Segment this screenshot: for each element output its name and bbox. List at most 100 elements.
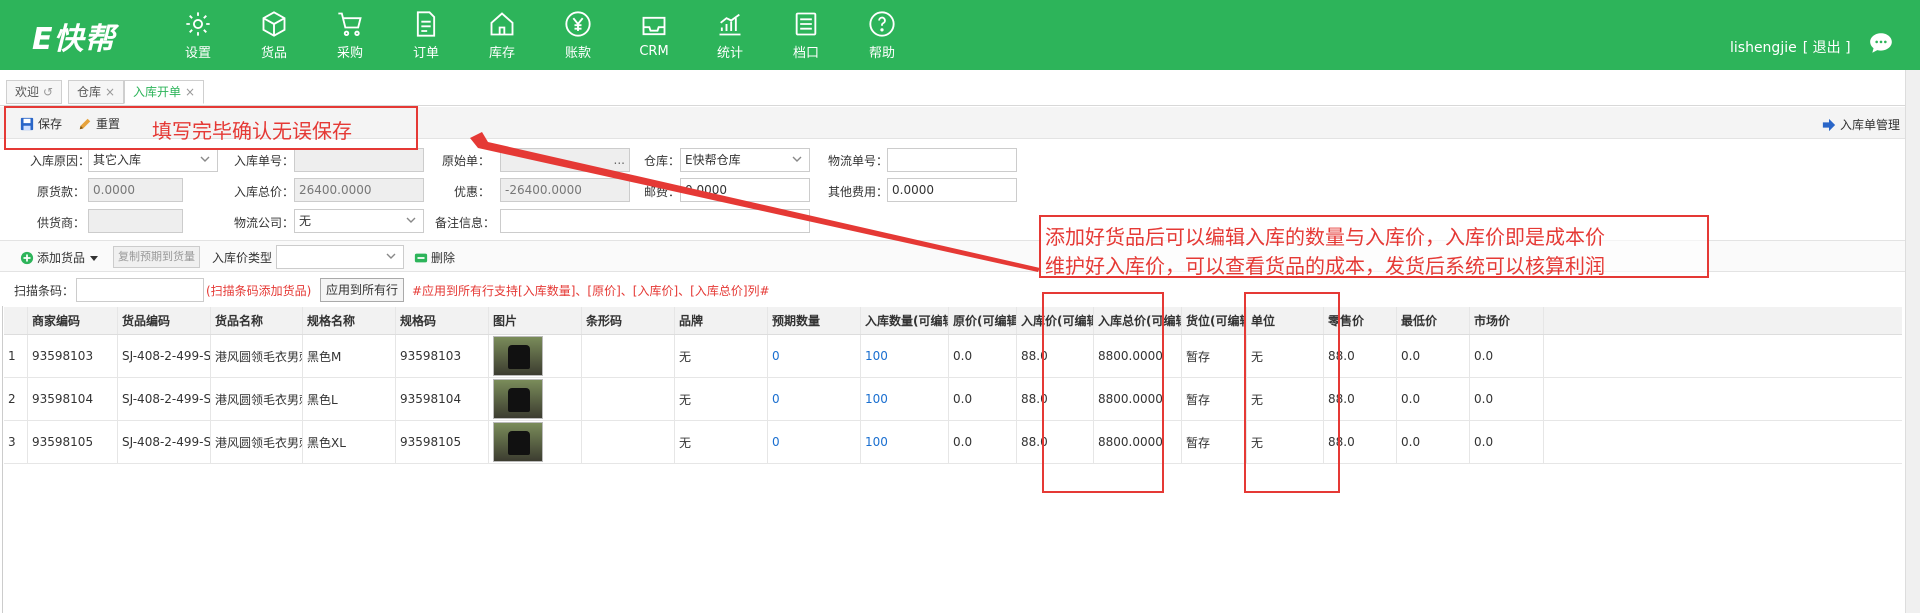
column-header[interactable]: 入库数量(可编辑) [861,307,949,334]
tab-inbound-order[interactable]: 入库开单 × [124,80,205,104]
table-cell: 港风圆领毛衣男刺绣 [211,421,303,463]
nav-goods[interactable]: 货品 [236,0,312,70]
nav-accounts[interactable]: 账款 [540,0,616,70]
close-icon[interactable]: × [185,85,195,99]
table-cell[interactable]: 100 [861,335,949,377]
table-row[interactable]: 293598104SJ-408-2-499-S30-P港风圆领毛衣男刺绣黑色L9… [4,378,1902,421]
nav-orders[interactable]: 订单 [388,0,464,70]
table-left-border [2,306,3,613]
table-header: 商家编码货品编码货品名称规格名称规格码图片条形码品牌预期数量入库数量(可编辑)原… [4,307,1902,335]
annotation-note-line1: 添加好货品后可以编辑入库的数量与入库价，入库价即是成本价 [1045,225,1605,249]
table-cell[interactable]: 暂存 [1182,335,1247,377]
tab-bar: 欢迎 ↺ 仓库 × 入库开单 × [0,70,1920,106]
table-cell: 无 [675,378,768,420]
nav-crm[interactable]: CRM [616,0,692,70]
nav-label: 货品 [260,45,287,61]
supplier-field[interactable] [88,209,183,233]
logout-link[interactable]: [ 退出 ] [1803,40,1851,56]
price-type-select[interactable] [276,245,404,269]
reason-label: 入库原因： [29,154,90,168]
tab-warehouse[interactable]: 仓库 × [68,80,125,104]
manage-label: 入库单管理 [1840,118,1901,132]
nav-stats[interactable]: 统计 [692,0,768,70]
vertical-scrollbar[interactable] [1905,70,1920,613]
row-index: 1 [4,335,28,377]
chevron-down-icon [792,156,802,162]
nav-label: 订单 [412,45,439,61]
table-cell[interactable]: 0.0 [949,421,1017,463]
refresh-icon[interactable]: ↺ [43,85,53,99]
logistics-value: 无 [299,214,312,228]
remark-input[interactable] [500,209,810,233]
product-thumbnail[interactable] [493,336,543,376]
table-cell[interactable]: 暂存 [1182,378,1247,420]
order-no-field [294,148,424,172]
table-cell [489,335,582,377]
order-no-label: 入库单号： [233,154,294,168]
product-thumbnail[interactable] [493,379,543,419]
column-header[interactable]: 货品编码 [118,307,211,334]
nav-settings[interactable]: 设置 [160,0,236,70]
column-header[interactable]: 商家编码 [28,307,118,334]
column-header[interactable]: 品牌 [675,307,768,334]
column-header[interactable]: 预期数量 [768,307,861,334]
delete-button[interactable]: 删除 [414,249,455,266]
tab-welcome[interactable]: 欢迎 ↺ [6,80,63,104]
table-cell[interactable]: 100 [861,421,949,463]
table-cell: 港风圆领毛衣男刺绣 [211,378,303,420]
table-cell: 0.0 [1470,335,1544,377]
table-row[interactable]: 193598103SJ-408-2-499-S30-P港风圆领毛衣男刺绣黑色M9… [4,335,1902,378]
nav-inventory[interactable]: 库存 [464,0,540,70]
add-goods-button[interactable]: 添加货品 [20,249,102,266]
warehouse-select[interactable]: E快帮仓库 [680,148,810,172]
column-header[interactable]: 货位(可编辑) [1182,307,1247,334]
column-header[interactable]: 原价(可编辑) [949,307,1017,334]
column-header[interactable]: 市场价 [1470,307,1544,334]
warehouse-value: E快帮仓库 [685,153,741,167]
table-cell: 93598105 [28,421,118,463]
column-header[interactable]: 货品名称 [211,307,303,334]
box-icon [262,10,286,37]
table-cell [489,421,582,463]
nav-stall[interactable]: 档口 [768,0,844,70]
column-header[interactable]: 图片 [489,307,582,334]
other-fee-input[interactable]: 0.0000 [887,178,1017,202]
brand-logo[interactable]: E快帮 [32,14,116,58]
freight-input[interactable]: 0.0000 [680,178,810,202]
row-index: 3 [4,421,28,463]
close-icon[interactable]: × [105,85,115,99]
column-header[interactable]: 规格名称 [303,307,396,334]
nav-label: 账款 [564,45,591,61]
table-cell[interactable]: 0.0 [949,378,1017,420]
add-goods-label: 添加货品 [37,251,86,265]
nav-help[interactable]: 帮助 [844,0,920,70]
reason-select[interactable]: 其它入库 [88,148,218,172]
discount-field: -26400.0000 [500,178,630,202]
total-label: 入库总价： [233,185,294,199]
inbound-manage-link[interactable]: 入库单管理 [1822,116,1900,133]
copy-expected-button[interactable]: 复制预期到货量 [113,246,200,268]
tab-label: 入库开单 [133,85,182,99]
table-cell: 0.0 [1470,378,1544,420]
column-header[interactable]: 最低价 [1397,307,1470,334]
product-thumbnail[interactable] [493,422,543,462]
nav-purchase[interactable]: 采购 [312,0,388,70]
logistics-select[interactable]: 无 [294,209,424,233]
table-cell[interactable]: 暂存 [1182,421,1247,463]
table-cell: 无 [675,421,768,463]
logistics-no-input[interactable] [887,148,1017,172]
apply-all-button[interactable]: 应用到所有行 [320,278,405,302]
column-header[interactable]: 条形码 [582,307,675,334]
chat-icon[interactable] [1868,30,1894,56]
table-cell: 港风圆领毛衣男刺绣 [211,335,303,377]
table-cell[interactable]: 100 [861,378,949,420]
user-info: lishengjie [ 退出 ] [1730,37,1851,57]
table-cell[interactable]: 0.0 [949,335,1017,377]
freight-label: 邮费： [643,185,680,199]
scan-row: 扫描条码： (扫描条码添加货品) 应用到所有行 #应用到所有行支持[入库数量]、… [0,274,1920,306]
column-header[interactable]: 规格码 [396,307,489,334]
table-row[interactable]: 393598105SJ-408-2-499-S30-P港风圆领毛衣男刺绣黑色XL… [4,421,1902,464]
origin-field[interactable]: ... [500,148,630,172]
scan-input[interactable] [76,278,204,302]
header-index [4,307,28,334]
